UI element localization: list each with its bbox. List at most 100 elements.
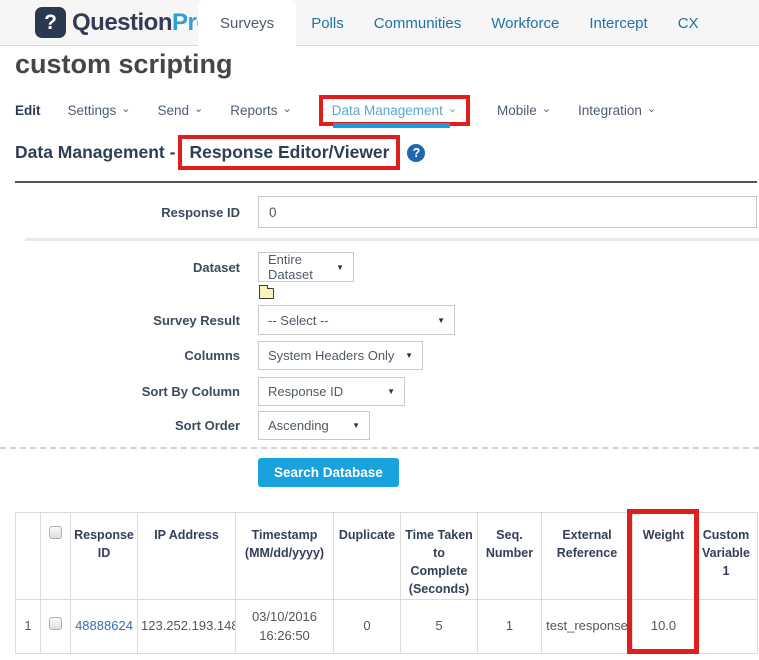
cell-checkbox bbox=[41, 599, 71, 653]
tab-intercept[interactable]: Intercept bbox=[574, 0, 662, 47]
columns-row: Columns System Headers Only ▼ bbox=[0, 341, 423, 370]
sort-order-label: Sort Order bbox=[0, 418, 240, 433]
results-table: Response ID IP Address Timestamp (MM/dd/… bbox=[15, 512, 757, 654]
chevron-down-icon: ⌄ bbox=[194, 104, 203, 115]
select-caret-icon: ▼ bbox=[387, 387, 395, 396]
help-question-circle-icon[interactable]: ? bbox=[407, 144, 425, 162]
cell-custom-variable-1 bbox=[695, 599, 758, 653]
questionpro-logo-icon: ? bbox=[35, 7, 66, 38]
header-custom-variable-1: Custom Variable 1 bbox=[695, 513, 758, 600]
header-seq-number: Seq. Number bbox=[478, 513, 542, 600]
cell-row-number: 1 bbox=[16, 599, 41, 653]
tab-cx[interactable]: CX bbox=[663, 0, 714, 47]
survey-result-row: Survey Result -- Select -- ▼ bbox=[0, 305, 455, 335]
columns-select[interactable]: System Headers Only ▼ bbox=[258, 341, 423, 370]
columns-selected-value: System Headers Only bbox=[268, 348, 394, 363]
header-row-number bbox=[16, 513, 41, 600]
subnav-edit-label: Edit bbox=[15, 103, 41, 118]
header-response-id: Response ID bbox=[71, 513, 138, 600]
cell-time-taken: 5 bbox=[401, 599, 478, 653]
sort-order-select[interactable]: Ascending ▼ bbox=[258, 411, 370, 440]
sort-by-column-select[interactable]: Response ID ▼ bbox=[258, 377, 405, 406]
subnav-item-mobile[interactable]: Mobile ⌄ bbox=[497, 103, 551, 118]
tab-polls[interactable]: Polls bbox=[296, 0, 359, 47]
sort-by-column-row: Sort By Column Response ID ▼ bbox=[0, 377, 405, 406]
response-id-row: Response ID bbox=[0, 196, 757, 228]
header-weight: Weight bbox=[633, 513, 695, 600]
section-heading-prefix: Data Management - bbox=[15, 142, 175, 163]
table-header-row: Response ID IP Address Timestamp (MM/dd/… bbox=[16, 513, 758, 600]
subnav-item-edit[interactable]: Edit bbox=[15, 103, 41, 118]
subnav-item-send[interactable]: Send ⌄ bbox=[158, 103, 204, 118]
top-navigation-bar: ? QuestionPro Surveys Polls Communities … bbox=[0, 0, 759, 46]
cell-ip-address: 123.252.193.148 bbox=[138, 599, 236, 653]
dataset-label: Dataset bbox=[0, 260, 240, 275]
section-heading-highlight: Response Editor/Viewer bbox=[178, 135, 400, 170]
survey-result-selected-value: -- Select -- bbox=[268, 313, 329, 328]
sort-by-selected-value: Response ID bbox=[268, 384, 343, 399]
brand-name: QuestionPro bbox=[72, 9, 211, 37]
tab-surveys[interactable]: Surveys bbox=[198, 0, 296, 47]
select-all-checkbox[interactable] bbox=[49, 526, 62, 539]
select-caret-icon: ▼ bbox=[352, 421, 360, 430]
sort-order-selected-value: Ascending bbox=[268, 418, 329, 433]
questionpro-logo[interactable]: ? QuestionPro bbox=[35, 7, 211, 38]
table-row: 1 48888624 123.252.193.148 03/10/2016 16… bbox=[16, 599, 758, 653]
header-select-all bbox=[41, 513, 71, 600]
tab-workforce[interactable]: Workforce bbox=[476, 0, 574, 47]
form-divider bbox=[25, 238, 759, 241]
row-checkbox[interactable] bbox=[49, 617, 62, 630]
dashed-divider bbox=[0, 447, 759, 449]
search-database-button[interactable]: Search Database bbox=[258, 458, 399, 487]
dataset-selected-value: Entire Dataset bbox=[268, 252, 328, 282]
survey-result-select[interactable]: -- Select -- ▼ bbox=[258, 305, 455, 335]
cell-response-id: 48888624 bbox=[71, 599, 138, 653]
dataset-select[interactable]: Entire Dataset ▼ bbox=[258, 252, 354, 282]
product-tabs: Surveys Polls Communities Workforce Inte… bbox=[198, 0, 714, 47]
survey-result-label: Survey Result bbox=[0, 313, 240, 328]
subnav-send-label: Send bbox=[158, 103, 190, 118]
subnav-reports-label: Reports bbox=[230, 103, 277, 118]
header-time-taken: Time Taken to Complete (Seconds) bbox=[401, 513, 478, 600]
columns-label: Columns bbox=[0, 348, 240, 363]
cell-weight: 10.0 bbox=[633, 599, 695, 653]
sort-by-column-label: Sort By Column bbox=[0, 384, 240, 399]
subnav-item-reports[interactable]: Reports ⌄ bbox=[230, 103, 292, 118]
response-id-link[interactable]: 48888624 bbox=[75, 618, 133, 633]
timestamp-time: 16:26:50 bbox=[259, 628, 310, 643]
chevron-down-icon: ⌄ bbox=[121, 104, 130, 115]
header-external-reference: External Reference bbox=[542, 513, 633, 600]
sort-order-row: Sort Order Ascending ▼ bbox=[0, 411, 370, 440]
cell-external-reference: test_response bbox=[542, 599, 633, 653]
subnav-item-integration[interactable]: Integration ⌄ bbox=[578, 103, 656, 118]
chevron-down-icon: ⌄ bbox=[647, 104, 656, 115]
heading-divider bbox=[15, 181, 757, 183]
select-caret-icon: ▼ bbox=[336, 263, 344, 272]
page: ? QuestionPro Surveys Polls Communities … bbox=[0, 0, 759, 660]
select-caret-icon: ▼ bbox=[405, 351, 413, 360]
header-timestamp: Timestamp (MM/dd/yyyy) bbox=[236, 513, 334, 600]
subnav-settings-label: Settings bbox=[68, 103, 117, 118]
folder-icon[interactable] bbox=[259, 288, 274, 299]
chevron-down-icon: ⌄ bbox=[448, 104, 457, 115]
subnav-mobile-label: Mobile bbox=[497, 103, 537, 118]
chevron-down-icon: ⌄ bbox=[283, 104, 292, 115]
cell-seq-number: 1 bbox=[478, 599, 542, 653]
section-heading: Data Management - Response Editor/Viewer… bbox=[15, 135, 425, 170]
header-ip-address: IP Address bbox=[138, 513, 236, 600]
response-id-input[interactable] bbox=[258, 196, 757, 228]
tab-communities[interactable]: Communities bbox=[359, 0, 477, 47]
timestamp-date: 03/10/2016 bbox=[252, 609, 317, 624]
survey-subnav: Edit Settings ⌄ Send ⌄ Reports ⌄ Data Ma… bbox=[15, 95, 656, 126]
header-duplicate: Duplicate bbox=[334, 513, 401, 600]
brand-question: Question bbox=[72, 9, 172, 36]
subnav-integration-label: Integration bbox=[578, 103, 642, 118]
subnav-item-settings[interactable]: Settings ⌄ bbox=[68, 103, 131, 118]
cell-duplicate: 0 bbox=[334, 599, 401, 653]
subnav-item-data-management[interactable]: Data Management ⌄ bbox=[319, 95, 470, 126]
page-title: custom scripting bbox=[15, 49, 233, 80]
cell-timestamp: 03/10/2016 16:26:50 bbox=[236, 599, 334, 653]
response-id-label: Response ID bbox=[0, 205, 240, 220]
subnav-data-management-label: Data Management bbox=[332, 103, 443, 118]
chevron-down-icon: ⌄ bbox=[542, 104, 551, 115]
